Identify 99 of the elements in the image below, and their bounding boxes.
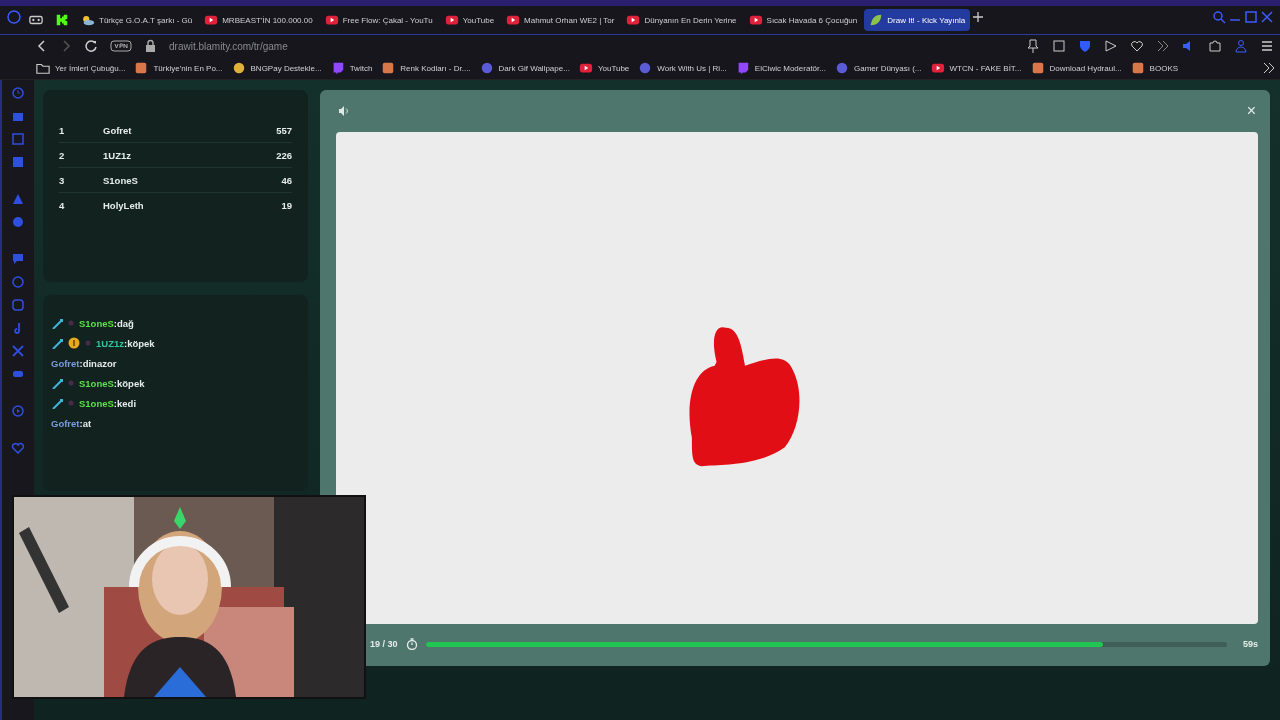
rank-number: 1	[59, 124, 66, 136]
x-icon[interactable]	[11, 344, 25, 358]
dot-icon	[68, 320, 74, 326]
k-logo-icon	[55, 13, 69, 27]
sun-cloud-icon	[81, 13, 95, 27]
square-icon	[134, 61, 149, 75]
heart-icon[interactable]	[1130, 39, 1144, 53]
round-counter: 19 / 30	[370, 639, 398, 649]
lock-icon	[144, 39, 157, 53]
sword-icon	[51, 377, 63, 389]
menu-icon[interactable]	[1260, 39, 1274, 53]
player-score: 46	[281, 174, 292, 186]
chat-message: S1oneS:dağ	[79, 317, 134, 329]
bookmark-link[interactable]: Work With Us | Ri...	[638, 61, 727, 75]
rank-number: 3	[59, 174, 66, 186]
dot-icon	[85, 340, 91, 346]
browser-tab[interactable]: Dünyanın En Derin Yerine	[621, 9, 742, 31]
send-icon[interactable]	[1104, 39, 1118, 53]
square-icon	[1130, 61, 1145, 75]
chat-message: Gofret:at	[51, 417, 92, 429]
maximize-icon[interactable]	[1244, 10, 1258, 24]
browser-tab[interactable]: Free Flow: Çakal - YouTu	[319, 9, 438, 31]
bookmark-link[interactable]: Dark Gif Wallpape...	[479, 61, 570, 75]
sword-icon	[51, 397, 63, 409]
back-icon[interactable]	[36, 39, 48, 53]
stopwatch-icon	[405, 638, 418, 650]
browser-tab[interactable]: Draw It! - Kick Yayınla	[864, 9, 971, 31]
chat-message: S1oneS:kedi	[79, 397, 137, 409]
time-left: 59s	[1242, 639, 1258, 649]
triangle-icon[interactable]	[11, 192, 25, 206]
double-chevron-icon[interactable]	[1156, 39, 1170, 53]
bookmark-link[interactable]: Twitch	[330, 61, 373, 75]
browser-tab[interactable]: YouTube	[439, 9, 500, 31]
bookmark-link[interactable]: Yer İmleri Çubuğu...	[36, 61, 126, 75]
circle-icon	[638, 61, 653, 75]
browser-tab[interactable]: MRBEAST'İN 100.000.00	[199, 9, 318, 31]
play-icon	[626, 13, 641, 27]
bookmark-link[interactable]: BOOKS	[1130, 61, 1179, 75]
sword-icon	[51, 317, 63, 329]
play-icon	[324, 13, 339, 27]
play-icon	[506, 13, 521, 27]
bookmark-link[interactable]: Download Hydraul...	[1030, 61, 1122, 75]
reload-icon[interactable]	[84, 39, 98, 53]
bookmark-link[interactable]: YouTube	[578, 61, 630, 75]
speaker-icon[interactable]	[338, 105, 349, 117]
more-bookmarks-icon[interactable]	[1262, 61, 1276, 75]
dot-icon	[68, 380, 74, 386]
bookmark-link[interactable]: Renk Kodları - Dr....	[381, 61, 471, 75]
play-icon	[204, 13, 219, 27]
clock-icon[interactable]	[11, 86, 25, 100]
browser-tab[interactable]: Türkçe G.O.A.T şarkı - Gü	[76, 9, 198, 31]
chat-bubble-icon[interactable]	[11, 252, 25, 266]
vpn-icon[interactable]	[110, 39, 132, 53]
play-icon[interactable]	[11, 404, 25, 418]
sword-icon	[51, 337, 63, 349]
rank-number: 4	[59, 199, 66, 211]
circle-icon	[479, 61, 494, 75]
coin-icon	[68, 337, 80, 349]
plus-icon[interactable]	[972, 11, 985, 23]
bookmark-link[interactable]: BNGPay Destekle...	[231, 61, 322, 75]
play-icon	[444, 13, 459, 27]
browser-logo-icon[interactable]	[6, 9, 22, 25]
close-button[interactable]: ×	[1244, 102, 1258, 120]
address-field[interactable]: drawit.blamity.com/tr/game	[169, 40, 288, 52]
browser-tab[interactable]: Sıcak Havada 6 Çocuğun	[743, 9, 863, 31]
bookmark-link[interactable]: WTCN - FAKE BİT...	[930, 61, 1022, 75]
chat-message: 1UZ1z:köpek	[96, 337, 155, 349]
player-score: 557	[276, 124, 292, 136]
pin-icon[interactable]	[1026, 39, 1040, 53]
play-icon	[748, 13, 763, 27]
dot-icon	[68, 400, 74, 406]
shield-icon[interactable]	[1078, 39, 1092, 53]
bookmark-link[interactable]: Türkiye'nin En Po...	[134, 61, 223, 75]
close-icon[interactable]	[1260, 10, 1274, 24]
square-icon	[381, 61, 396, 75]
chat-message: Gofret:dinazor	[51, 357, 117, 369]
circle-icon	[834, 61, 849, 75]
person-icon[interactable]	[1234, 39, 1248, 53]
browser-tab[interactable]: Mahmut Orhan WE2 | Tor	[501, 9, 620, 31]
search-icon[interactable]	[1212, 10, 1226, 24]
gamepad-icon	[29, 13, 43, 27]
player-name: 1UZ1z	[103, 149, 132, 161]
chat-message: S1oneS:köpek	[79, 377, 145, 389]
bookmark-link[interactable]: ElCiwic Moderatör...	[735, 61, 826, 75]
square-icon	[1030, 61, 1045, 75]
player-score: 19	[281, 199, 292, 211]
rank-number: 2	[59, 149, 66, 161]
circle-icon[interactable]	[11, 215, 25, 229]
coin-icon	[231, 61, 246, 75]
play-icon	[930, 61, 945, 75]
play-icon	[578, 61, 593, 75]
player-name: HolyLeth	[103, 199, 145, 211]
bookmark-link[interactable]: Gamer Dünyası (...	[834, 61, 922, 75]
folder-icon	[36, 61, 50, 75]
player-name: S1oneS	[103, 174, 139, 186]
player-score: 226	[276, 149, 292, 161]
leaf-icon	[869, 13, 884, 27]
player-name: Gofret	[103, 124, 133, 136]
forward-icon[interactable]	[60, 39, 72, 53]
